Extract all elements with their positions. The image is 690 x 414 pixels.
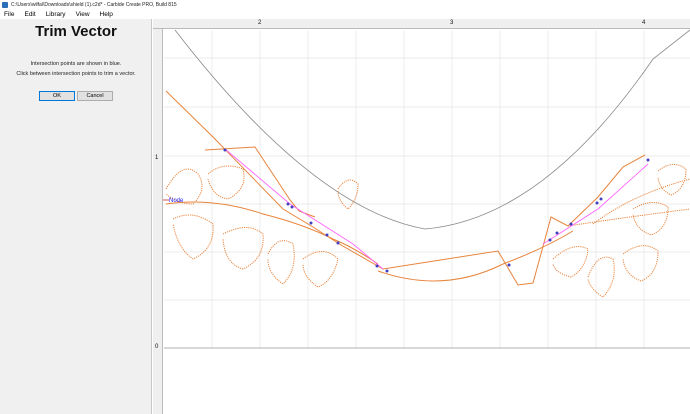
ruler-left-0: 0 — [155, 344, 159, 350]
top-ruler: 2 3 4 — [153, 19, 690, 29]
intersection-points — [223, 148, 650, 273]
selected-segment[interactable] — [224, 148, 649, 270]
cancel-button[interactable]: Cancel — [77, 91, 113, 101]
instruction-line-2: Click between intersection points to tri… — [16, 71, 136, 77]
trim-vector-panel: Trim Vector Intersection points are show… — [0, 19, 152, 414]
menu-help[interactable]: Help — [100, 11, 113, 18]
panel-title: Trim Vector — [35, 23, 117, 40]
canvas-drawing[interactable]: Node — [153, 19, 690, 414]
menu-bar: File Edit Library View Help — [0, 9, 690, 19]
ruler-top-2: 2 — [258, 20, 262, 26]
menu-edit[interactable]: Edit — [24, 11, 35, 18]
orange-vectors[interactable] — [165, 90, 690, 298]
node-label: Node — [169, 198, 184, 204]
ok-button[interactable]: OK — [39, 91, 75, 101]
ruler-top-4: 4 — [642, 20, 646, 26]
carbide-app-icon — [2, 1, 8, 8]
instruction-line-1: Intersection points are shown in blue. — [30, 61, 122, 67]
gray-arc-vector[interactable] — [174, 29, 690, 230]
window-title: C:\Users\wilfal\Downloads\shield (1).c2d… — [11, 1, 177, 8]
menu-library[interactable]: Library — [46, 11, 66, 18]
grid — [164, 30, 690, 348]
ruler-top-3: 3 — [450, 20, 454, 26]
design-canvas[interactable]: Node 2 3 4 1 0 — [153, 19, 690, 414]
menu-file[interactable]: File — [4, 11, 14, 18]
left-ruler: 1 0 — [153, 29, 163, 414]
menu-view[interactable]: View — [76, 11, 90, 18]
title-bar: C:\Users\wilfal\Downloads\shield (1).c2d… — [0, 0, 690, 9]
ruler-left-1: 1 — [155, 155, 159, 161]
